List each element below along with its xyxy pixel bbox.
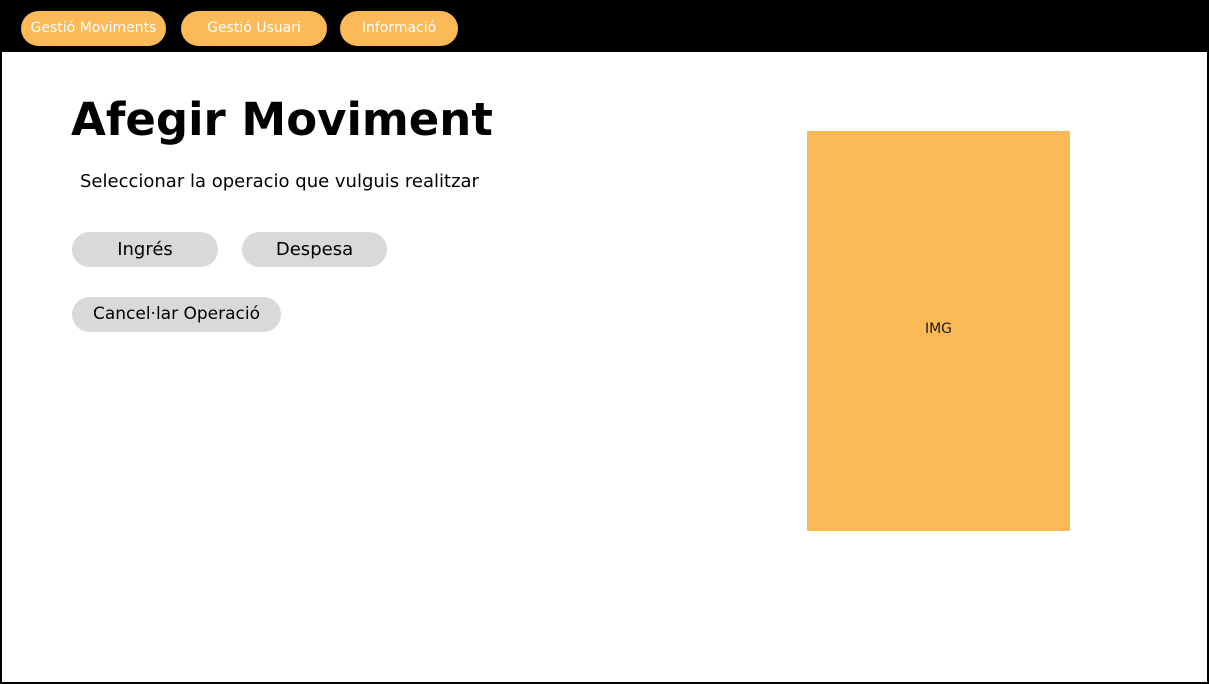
cancel-operation-button[interactable]: Cancel·lar Operació xyxy=(72,297,281,332)
nav-button-gestio-usuari[interactable]: Gestió Usuari xyxy=(181,11,327,46)
image-placeholder-label: IMG xyxy=(924,321,953,337)
nav-button-informacio[interactable]: Informació xyxy=(340,11,458,46)
app-window: Gestió Moviments Gestió Usuari Informaci… xyxy=(0,0,1209,684)
page-subtitle: Seleccionar la operacio que vulguis real… xyxy=(80,171,479,192)
page-title: Afegir Moviment xyxy=(71,93,493,146)
ingres-button[interactable]: Ingrés xyxy=(72,232,218,267)
top-navigation-bar: Gestió Moviments Gestió Usuari Informaci… xyxy=(2,2,1209,52)
image-placeholder: IMG xyxy=(807,131,1070,531)
nav-button-gestio-moviments[interactable]: Gestió Moviments xyxy=(21,11,166,46)
despesa-button[interactable]: Despesa xyxy=(242,232,387,267)
